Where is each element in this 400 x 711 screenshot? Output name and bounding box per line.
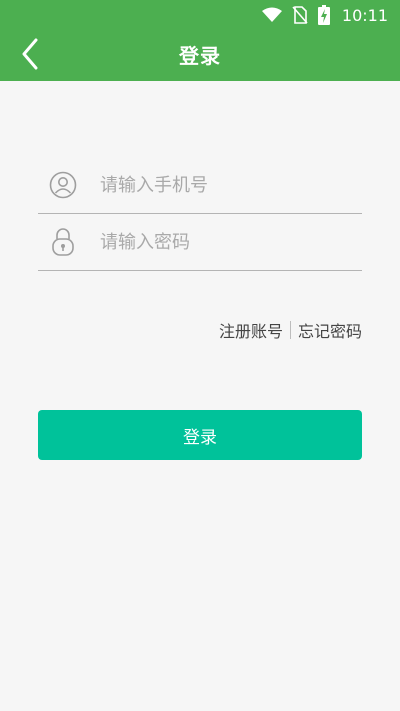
app-bar: 10:11 登录 bbox=[0, 0, 400, 81]
forgot-password-link[interactable]: 忘记密码 bbox=[298, 318, 362, 342]
password-field bbox=[38, 214, 362, 271]
phone-input[interactable] bbox=[100, 165, 350, 205]
lock-icon bbox=[48, 227, 78, 257]
user-icon bbox=[48, 170, 78, 200]
login-button[interactable]: 登录 bbox=[38, 410, 362, 460]
battery-charging-icon bbox=[317, 5, 330, 25]
phone-field bbox=[38, 157, 362, 214]
toolbar: 登录 bbox=[0, 30, 400, 81]
no-sim-icon bbox=[292, 6, 308, 24]
link-divider bbox=[289, 321, 291, 339]
password-input[interactable] bbox=[100, 222, 350, 262]
status-bar: 10:11 bbox=[0, 0, 400, 30]
register-link[interactable]: 注册账号 bbox=[219, 318, 283, 342]
wifi-icon bbox=[261, 7, 282, 23]
status-time: 10:11 bbox=[341, 5, 388, 25]
account-links: 注册账号 忘记密码 bbox=[219, 318, 362, 342]
page-title: 登录 bbox=[179, 44, 221, 68]
login-form bbox=[38, 157, 362, 271]
